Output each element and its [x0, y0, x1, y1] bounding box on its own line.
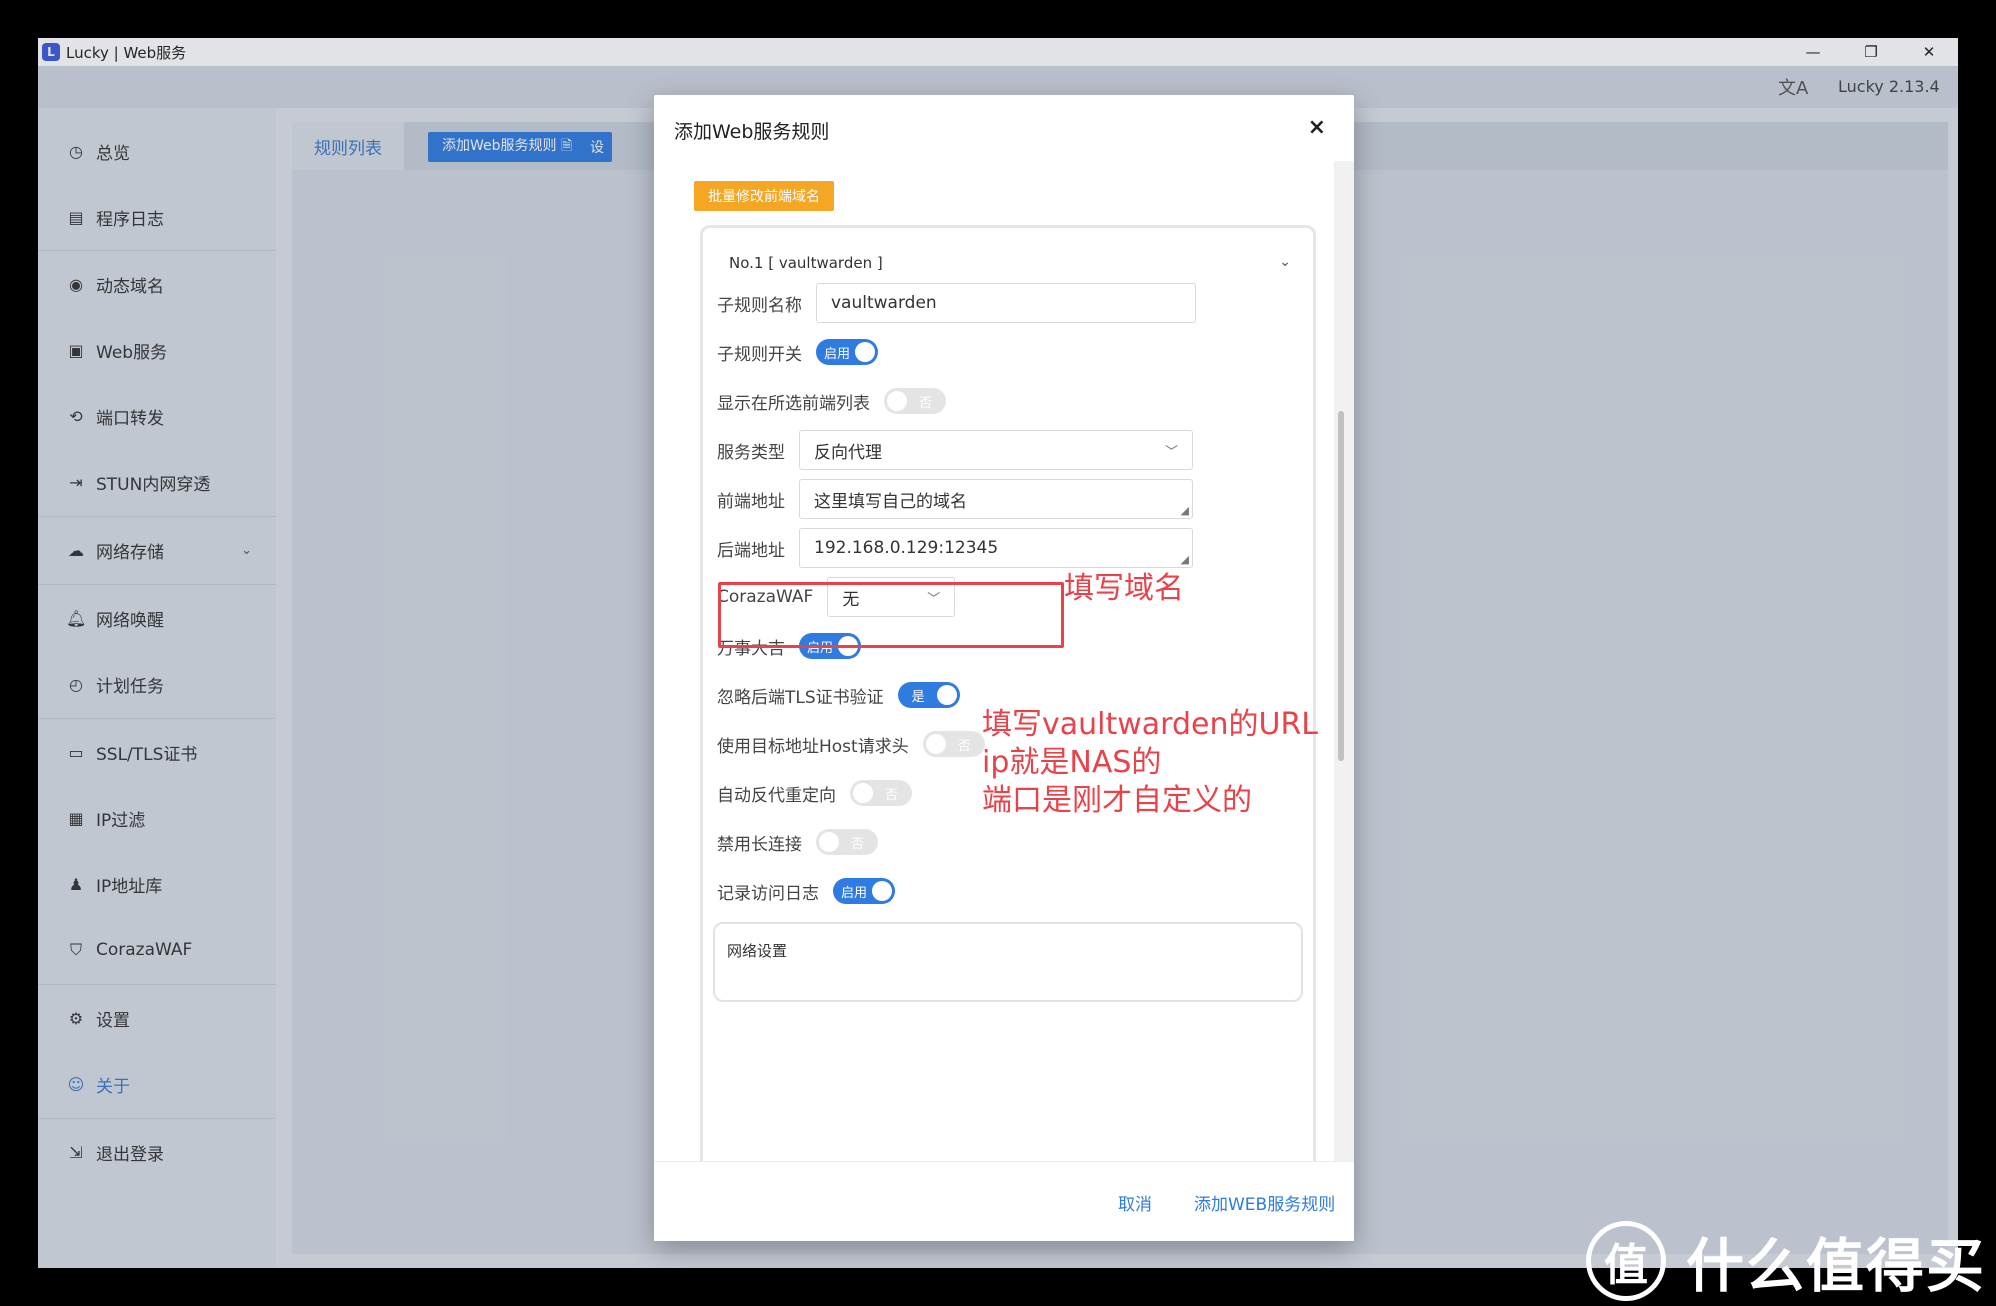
- frontend-address-row: 前端地址 这里填写自己的域名 ◢: [717, 479, 1193, 519]
- resize-handle-icon[interactable]: ◢: [1181, 553, 1189, 566]
- watermark-logo-icon: 值: [1586, 1221, 1666, 1301]
- disable-keepalive-toggle[interactable]: 否: [816, 829, 878, 855]
- scrollbar-thumb[interactable]: [1338, 411, 1344, 761]
- show-frontend-row: 显示在所选前端列表 否: [717, 381, 946, 421]
- auto-redirect-label: 自动反代重定向: [717, 785, 836, 806]
- disable-keepalive-label: 禁用长连接: [717, 834, 802, 855]
- annotation-fill-domain: 填写域名: [1064, 571, 1184, 606]
- add-web-rule-dialog: 添加Web服务规则 × 批量修改前端域名 No.1 [ vaultwarden …: [654, 95, 1354, 1241]
- ignore-tls-label: 忽略后端TLS证书验证: [717, 687, 884, 708]
- annotation-fill-url-1: 填写vaultwarden的URL: [982, 707, 1319, 742]
- disable-keepalive-row: 禁用长连接 否: [717, 822, 878, 862]
- annotation-fill-url-2: ip就是NAS的: [982, 745, 1162, 780]
- backend-address-row: 后端地址 192.168.0.129:12345 ◢: [717, 528, 1193, 568]
- dialog-scrollbar[interactable]: [1334, 161, 1354, 1161]
- network-settings-title: 网络设置: [727, 942, 788, 960]
- backend-address-label: 后端地址: [717, 540, 785, 561]
- dialog-header: 添加Web服务规则 ×: [654, 95, 1354, 161]
- ignore-tls-row: 忽略后端TLS证书验证 是: [717, 675, 960, 715]
- subrule-card: No.1 [ vaultwarden ] ⌄ 子规则名称 vaultwarden…: [700, 225, 1316, 1161]
- show-frontend-toggle[interactable]: 否: [884, 388, 946, 414]
- subrule-name-label: 子规则名称: [717, 295, 802, 316]
- access-log-label: 记录访问日志: [717, 883, 819, 904]
- input-value: vaultwarden: [831, 293, 937, 313]
- frontend-address-label: 前端地址: [717, 491, 785, 512]
- ignore-tls-toggle[interactable]: 是: [897, 682, 960, 708]
- close-icon[interactable]: ×: [1308, 115, 1326, 140]
- batch-edit-domain-button[interactable]: 批量修改前端域名: [694, 181, 834, 211]
- chevron-down-icon: ﹀: [1164, 444, 1178, 460]
- subrule-name-row: 子规则名称 vaultwarden: [717, 283, 1196, 323]
- dialog-footer: 取消 添加WEB服务规则: [654, 1161, 1354, 1241]
- toggle-text: 否: [918, 395, 932, 411]
- frontend-address-input[interactable]: 这里填写自己的域名 ◢: [799, 479, 1193, 519]
- input-value: 这里填写自己的域名: [814, 491, 967, 512]
- app-window: L Lucky | Web服务 — ❐ ✕ 文A Lucky 2.13.4 ◷ …: [38, 38, 1958, 1268]
- toggle-text: 是: [911, 689, 925, 705]
- access-log-toggle[interactable]: 启用: [833, 878, 895, 904]
- service-type-label: 服务类型: [717, 442, 785, 463]
- watermark: 值 什么值得买: [1586, 1216, 1996, 1306]
- input-value: 192.168.0.129:12345: [814, 538, 999, 558]
- submit-web-rule-button[interactable]: 添加WEB服务规则: [1194, 1190, 1335, 1215]
- network-settings-card: 网络设置: [713, 922, 1303, 1002]
- use-host-row: 使用目标地址Host请求头 否: [717, 724, 985, 764]
- use-host-toggle[interactable]: 否: [922, 731, 985, 757]
- service-type-row: 服务类型 反向代理 ﹀: [717, 430, 1193, 470]
- use-host-label: 使用目标地址Host请求头: [717, 736, 909, 757]
- watermark-text: 什么值得买: [1686, 1232, 1987, 1300]
- subrule-name-input[interactable]: vaultwarden: [816, 283, 1196, 323]
- dialog-title: 添加Web服务规则: [674, 121, 830, 143]
- toggle-text: 否: [884, 787, 898, 803]
- toggle-text: 否: [957, 738, 971, 754]
- select-value: 反向代理: [814, 442, 882, 463]
- subrule-header[interactable]: No.1 [ vaultwarden ]: [729, 254, 883, 272]
- annotation-fill-url-3: 端口是刚才自定义的: [982, 783, 1252, 818]
- service-type-select[interactable]: 反向代理 ﹀: [799, 430, 1193, 470]
- show-frontend-label: 显示在所选前端列表: [717, 393, 870, 414]
- subrule-switch-label: 子规则开关: [717, 344, 802, 365]
- access-log-row: 记录访问日志 启用: [717, 871, 895, 911]
- toggle-text: 启用: [841, 885, 868, 901]
- auto-redirect-row: 自动反代重定向 否: [717, 773, 912, 813]
- subrule-switch-toggle[interactable]: 启用: [816, 339, 878, 365]
- cancel-button[interactable]: 取消: [1118, 1190, 1152, 1215]
- backend-address-input[interactable]: 192.168.0.129:12345 ◢: [799, 528, 1193, 568]
- resize-handle-icon[interactable]: ◢: [1181, 504, 1189, 517]
- toggle-text: 启用: [824, 346, 851, 362]
- chevron-down-icon[interactable]: ⌄: [1279, 254, 1291, 270]
- subrule-switch-row: 子规则开关 启用: [717, 332, 878, 372]
- dialog-body: 批量修改前端域名 No.1 [ vaultwarden ] ⌄ 子规则名称 va…: [654, 161, 1334, 1161]
- toggle-text: 否: [850, 836, 864, 852]
- annotation-highlight-box: [718, 582, 1064, 648]
- auto-redirect-toggle[interactable]: 否: [850, 780, 912, 806]
